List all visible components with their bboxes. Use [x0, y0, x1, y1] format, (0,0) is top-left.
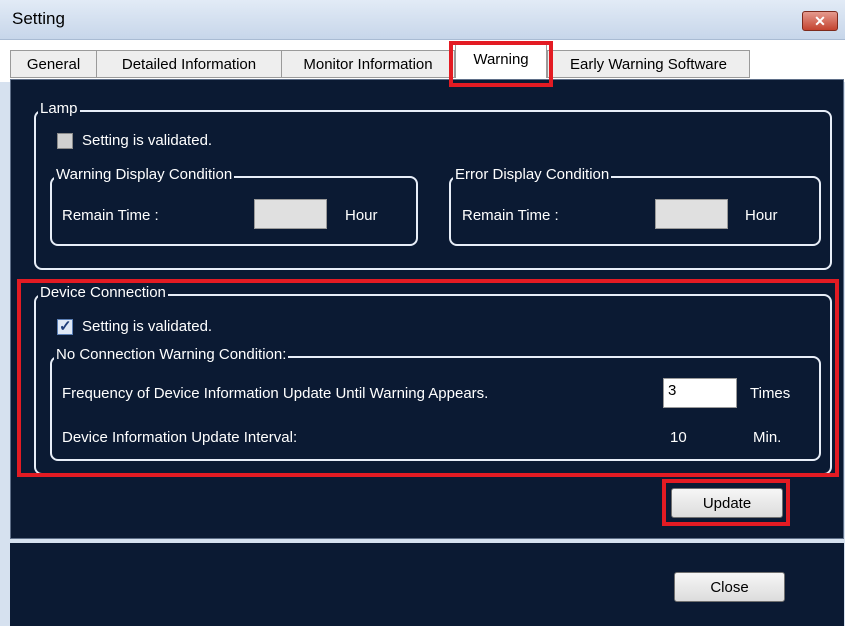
dialog-footer: Close — [10, 543, 844, 626]
warning-remain-time-input[interactable] — [254, 199, 327, 229]
close-button[interactable]: Close — [674, 572, 785, 602]
tab-general[interactable]: General — [10, 50, 97, 78]
settings-window: Setting ✕ General Detailed Information M… — [0, 0, 845, 626]
tab-detailed-information[interactable]: Detailed Information — [96, 50, 282, 78]
window-title: Setting — [12, 9, 65, 28]
close-x-icon: ✕ — [814, 13, 826, 29]
warning-hour-unit: Hour — [345, 207, 378, 224]
device-validated-checkbox[interactable]: ✓ — [57, 318, 73, 335]
error-remain-time-input[interactable] — [655, 199, 728, 229]
warning-display-legend: Warning Display Condition — [54, 166, 235, 183]
interval-value: 10 — [670, 429, 687, 446]
check-icon: ✓ — [59, 318, 72, 335]
frequency-label: Frequency of Device Information Update U… — [62, 385, 489, 402]
interval-label: Device Information Update Interval: — [62, 429, 298, 446]
update-button[interactable]: Update — [671, 488, 783, 518]
tab-early-warning-software[interactable]: Early Warning Software — [547, 50, 750, 78]
lamp-validated-label: Setting is validated. — [82, 132, 213, 149]
device-validated-label: Setting is validated. — [82, 318, 213, 335]
warning-remain-time-label: Remain Time : — [62, 207, 159, 224]
no-connection-legend: No Connection Warning Condition: — [54, 346, 289, 363]
lamp-legend: Lamp — [38, 100, 80, 117]
error-remain-time-label: Remain Time : — [462, 207, 559, 224]
interval-unit: Min. — [753, 429, 782, 446]
title-bar: Setting ✕ — [0, 0, 845, 40]
tab-monitor-information[interactable]: Monitor Information — [281, 50, 455, 78]
frequency-unit: Times — [750, 385, 791, 402]
tab-warning[interactable]: Warning — [455, 44, 547, 78]
warning-tab-panel: Lamp Setting is validated. Warning Displ… — [10, 79, 844, 539]
frequency-input[interactable]: 3 — [663, 378, 737, 408]
device-connection-legend: Device Connection — [38, 284, 168, 301]
error-hour-unit: Hour — [745, 207, 778, 224]
window-close-button[interactable]: ✕ — [802, 11, 838, 31]
tab-strip: General Detailed Information Monitor Inf… — [0, 40, 845, 82]
error-display-legend: Error Display Condition — [453, 166, 612, 183]
lamp-validated-checkbox[interactable] — [57, 133, 73, 149]
